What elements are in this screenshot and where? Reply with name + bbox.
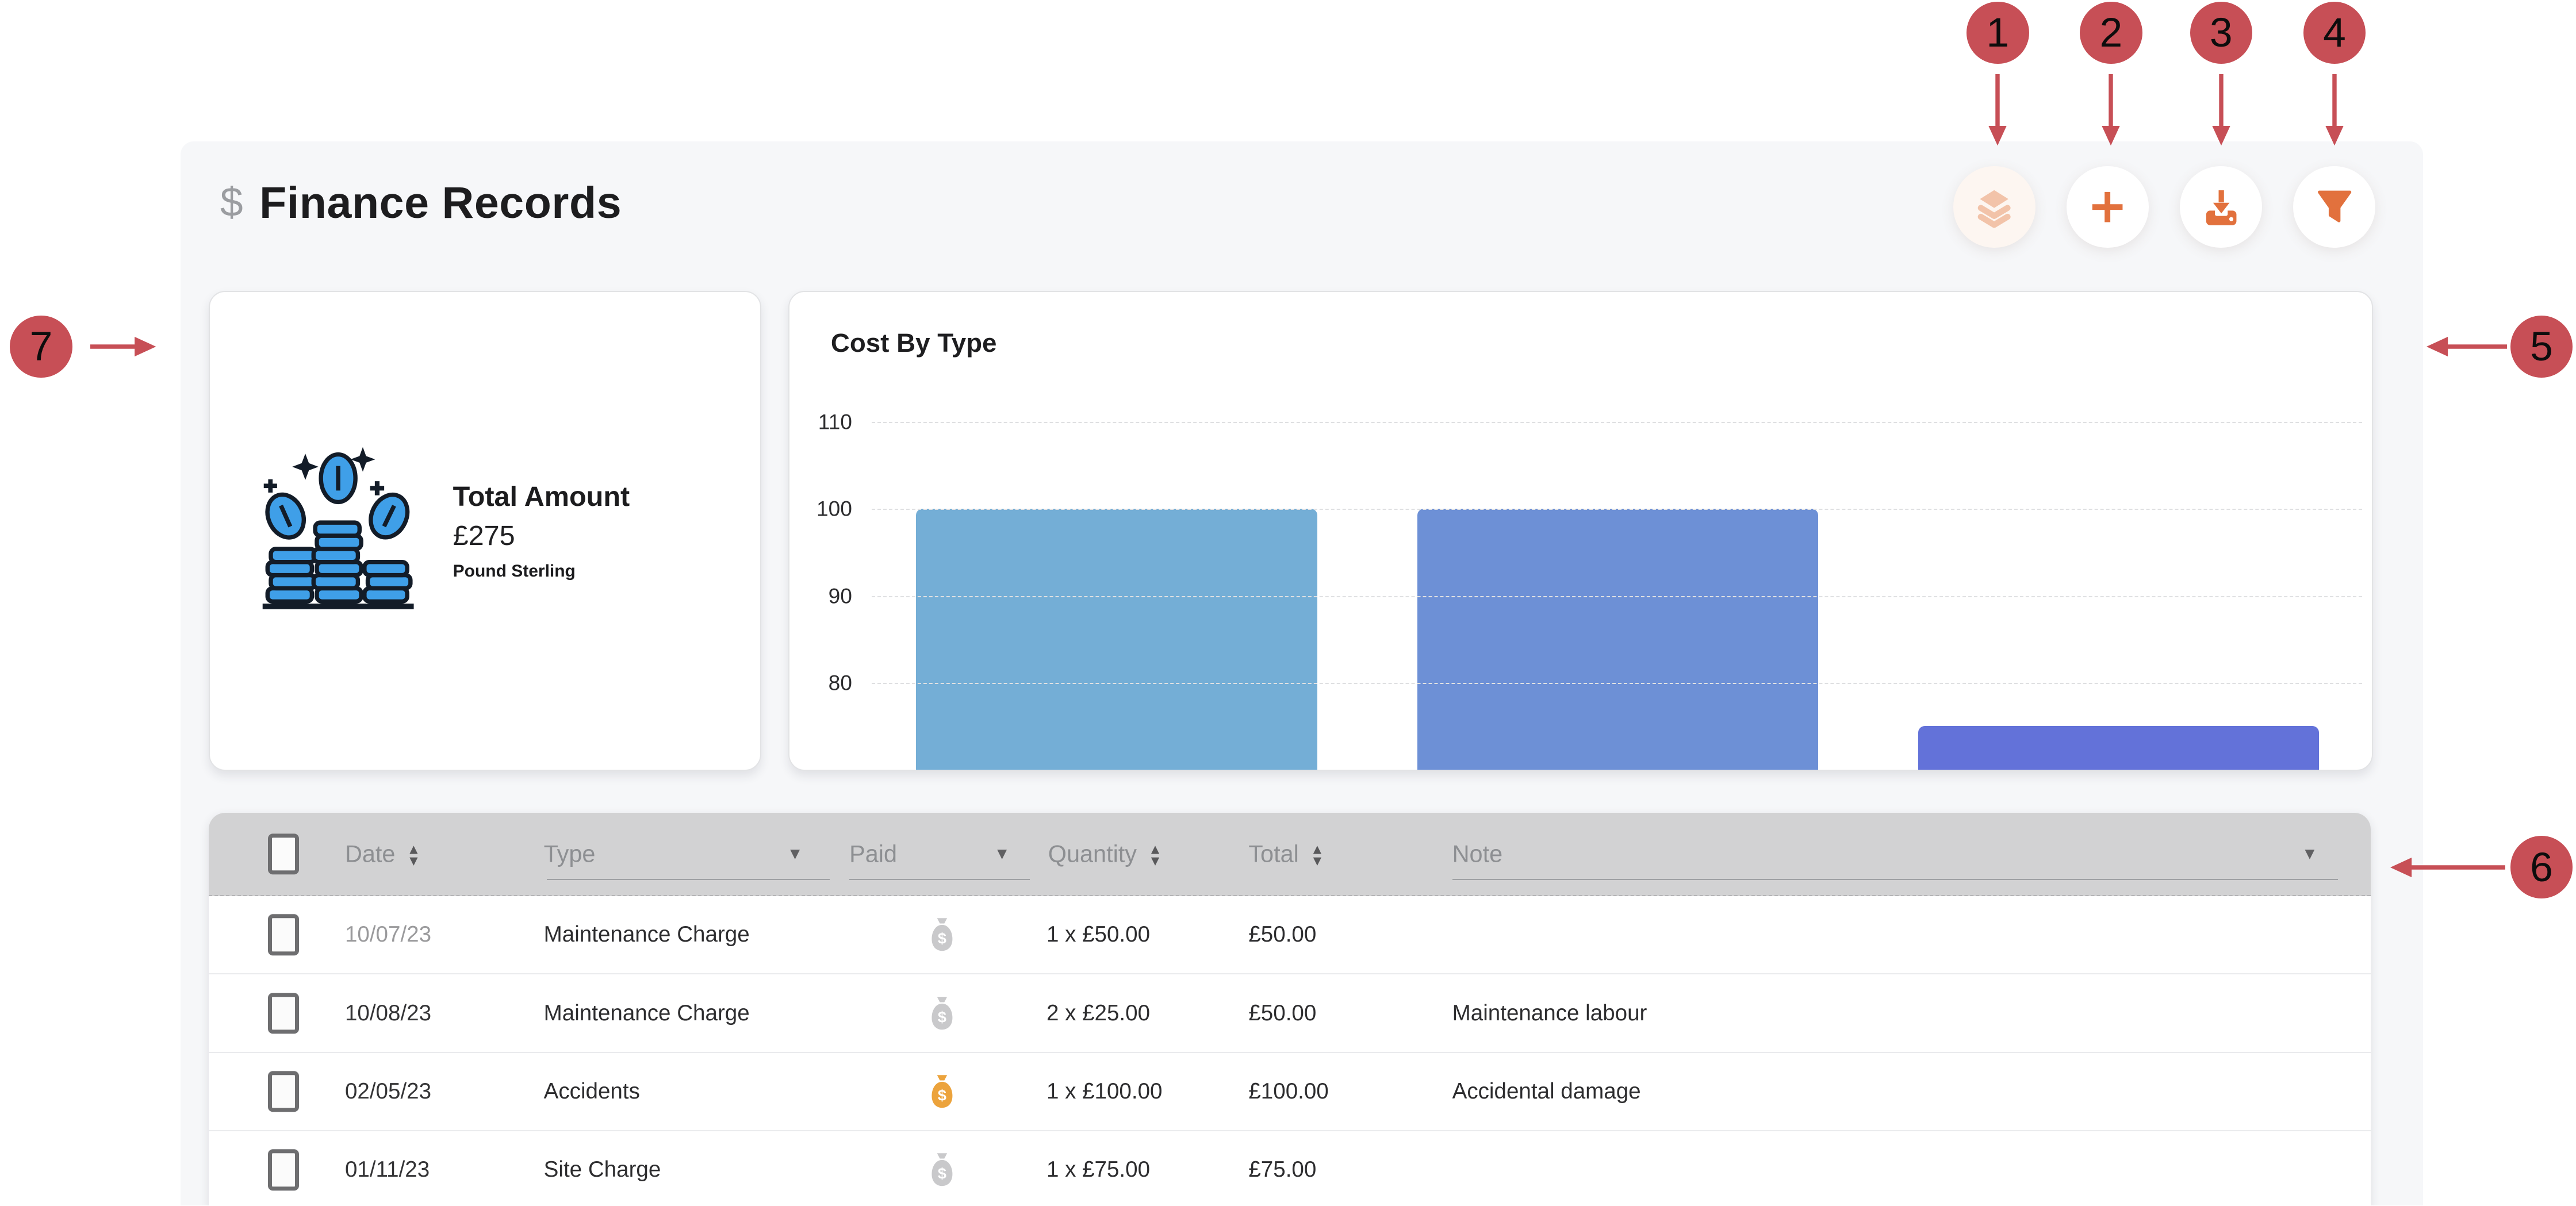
paid-status-icon xyxy=(930,1153,954,1187)
filter-button[interactable] xyxy=(2293,166,2375,248)
cell-note: Accidental damage xyxy=(1452,1079,1641,1104)
download-button[interactable] xyxy=(2180,166,2262,248)
table-row[interactable]: 10/07/23 Maintenance Charge 1 x £50.00 £… xyxy=(209,896,2371,974)
cost-chart-plot xyxy=(872,387,2362,770)
cell-date: 10/08/23 xyxy=(345,1001,431,1026)
sort-icon[interactable] xyxy=(1310,844,1324,867)
callout-4: 4 xyxy=(2303,2,2366,64)
records-table: Date Type Paid Quantity Total Note xyxy=(209,813,2371,1205)
column-header-paid[interactable]: Paid xyxy=(849,840,897,867)
y-axis-tick-label: 80 xyxy=(829,670,852,695)
paid-status-icon xyxy=(930,1074,954,1109)
dollar-icon: $ xyxy=(220,182,243,223)
total-amount-card: Total Amount £275 Pound Sterling xyxy=(209,291,761,771)
cell-type: Maintenance Charge xyxy=(544,1001,750,1026)
column-header-type[interactable]: Type xyxy=(544,840,596,867)
table-row[interactable]: 02/05/23 Accidents 1 x £100.00 £100.00 A… xyxy=(209,1053,2371,1131)
sort-icon[interactable] xyxy=(1148,844,1162,867)
cost-chart-bars xyxy=(872,387,2362,770)
y-axis-tick-label: 110 xyxy=(818,409,852,434)
finance-records-panel: $ Finance Records xyxy=(181,141,2423,1205)
type-filter-underline xyxy=(547,879,829,881)
gridline xyxy=(872,422,2362,423)
layers-icon xyxy=(1973,186,2015,228)
callout-7: 7 xyxy=(10,316,72,378)
callout-arrow-down-icon xyxy=(1986,74,2009,147)
cell-date: 02/05/23 xyxy=(345,1079,431,1104)
total-amount-value: £275 xyxy=(453,520,630,552)
callout-arrow-right-icon xyxy=(90,335,156,358)
table-row[interactable]: 01/11/23 Site Charge 1 x £75.00 £75.00 xyxy=(209,1131,2371,1205)
cell-quantity: 1 x £50.00 xyxy=(1046,922,1150,947)
y-axis-tick-label: 90 xyxy=(829,583,852,608)
cell-total: £50.00 xyxy=(1248,922,1316,947)
chart-title: Cost By Type xyxy=(831,328,997,358)
cell-type: Site Charge xyxy=(544,1157,661,1182)
page-header: $ Finance Records xyxy=(220,178,622,229)
cost-chart-yaxis: 110 100 90 80 xyxy=(789,387,862,770)
cell-date: 10/07/23 xyxy=(345,922,431,947)
callout-arrow-left-icon xyxy=(2426,335,2507,358)
row-checkbox[interactable] xyxy=(268,1149,299,1190)
note-filter-caret-icon[interactable] xyxy=(2302,844,2318,863)
callout-5: 5 xyxy=(2510,316,2573,378)
plus-icon xyxy=(2086,186,2129,228)
funnel-icon xyxy=(2313,186,2356,228)
total-amount-label: Total Amount xyxy=(453,481,630,513)
callout-arrow-down-icon xyxy=(2099,74,2122,147)
cell-total: £100.00 xyxy=(1248,1079,1328,1104)
callout-2: 2 xyxy=(2080,2,2142,64)
column-header-note[interactable]: Note xyxy=(1452,840,1502,867)
table-row[interactable]: 10/08/23 Maintenance Charge 2 x £25.00 £… xyxy=(209,974,2371,1053)
cost-by-type-chart-card: Cost By Type 110 100 90 80 xyxy=(788,291,2372,771)
column-header-quantity[interactable]: Quantity xyxy=(1048,840,1162,867)
download-icon xyxy=(2200,186,2242,228)
cell-quantity: 2 x £25.00 xyxy=(1046,1001,1150,1026)
cell-total: £75.00 xyxy=(1248,1157,1316,1182)
cell-type: Accidents xyxy=(544,1079,640,1104)
callout-arrow-down-icon xyxy=(2210,74,2233,147)
row-checkbox[interactable] xyxy=(268,1071,299,1112)
paid-filter-caret-icon[interactable] xyxy=(994,844,1010,863)
layers-button[interactable] xyxy=(1953,166,2035,248)
cell-quantity: 1 x £75.00 xyxy=(1046,1157,1150,1182)
currency-name-label: Pound Sterling xyxy=(453,562,630,581)
sort-icon[interactable] xyxy=(407,844,420,867)
gridline xyxy=(872,596,2362,597)
callout-arrow-down-icon xyxy=(2323,74,2346,147)
callout-6: 6 xyxy=(2510,836,2573,898)
coin-stacks-icon xyxy=(259,444,417,617)
cell-total: £50.00 xyxy=(1248,1001,1316,1026)
row-checkbox[interactable] xyxy=(268,993,299,1034)
cell-type: Maintenance Charge xyxy=(544,922,750,947)
records-table-header: Date Type Paid Quantity Total Note xyxy=(209,813,2371,896)
gridline xyxy=(872,770,2362,771)
page-title: Finance Records xyxy=(259,178,622,229)
paid-status-icon xyxy=(930,996,954,1031)
column-header-date[interactable]: Date xyxy=(345,840,420,867)
add-record-button[interactable] xyxy=(2067,166,2149,248)
note-filter-underline xyxy=(1452,879,2338,881)
callout-arrow-left-icon xyxy=(2390,856,2505,879)
cell-date: 01/11/23 xyxy=(345,1157,430,1182)
cell-quantity: 1 x £100.00 xyxy=(1046,1079,1163,1104)
gridline xyxy=(872,683,2362,684)
paid-filter-underline xyxy=(849,879,1030,881)
gridline xyxy=(872,509,2362,510)
type-filter-caret-icon[interactable] xyxy=(787,844,803,863)
row-checkbox[interactable] xyxy=(268,915,299,955)
paid-status-icon xyxy=(930,917,954,952)
y-axis-tick-label: 100 xyxy=(816,497,852,521)
bar-site-charge[interactable] xyxy=(1918,726,2319,770)
bar-accidents[interactable] xyxy=(1417,509,1818,770)
callout-3: 3 xyxy=(2190,2,2253,64)
screenshot-canvas: $ Finance Records xyxy=(0,0,2576,1205)
column-header-total[interactable]: Total xyxy=(1248,840,1324,867)
cell-note: Maintenance labour xyxy=(1452,1001,1647,1026)
select-all-checkbox[interactable] xyxy=(268,834,299,874)
callout-1: 1 xyxy=(1966,2,2029,64)
bar-maintenance-charge[interactable] xyxy=(916,509,1317,770)
